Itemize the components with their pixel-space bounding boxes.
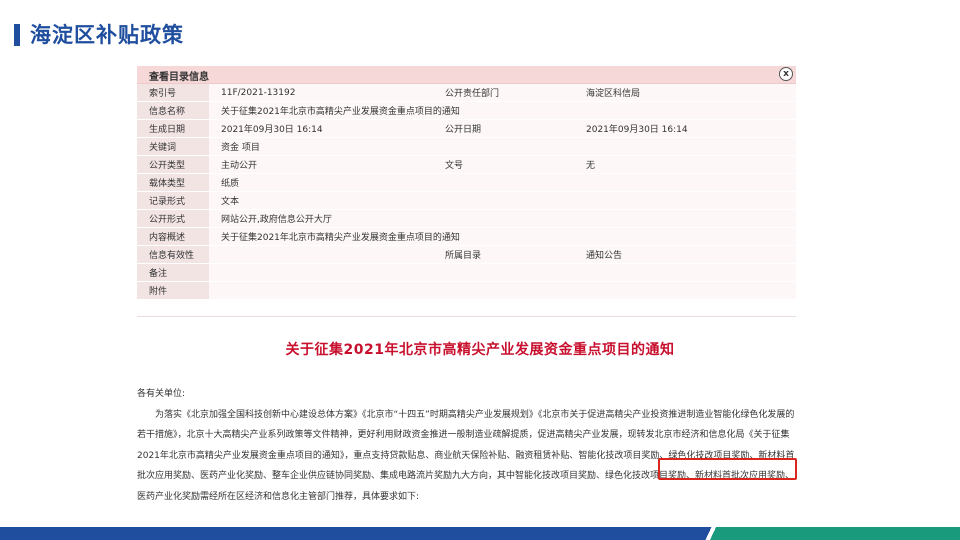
info-row: 信息有效性 所属目录 通知公告	[137, 245, 796, 264]
directory-info-panel: 查看目录信息 x 索引号 11F/2021-13192 公开责任部门 海淀区科信局 信息…	[137, 66, 796, 317]
slide-title: 海淀区补贴政策	[30, 23, 184, 47]
info-value	[209, 245, 433, 264]
document-title: 关于征集2021年北京市高精尖产业发展资金重点项目的通知	[285, 342, 675, 358]
info-row: 生成日期 2021年09月30日 16:14 公开日期 2021年09月30日 16:…	[137, 119, 796, 138]
document-salutation: 各有关单位:	[137, 389, 186, 399]
panel-header-title: 查看目录信息	[149, 72, 209, 83]
info-value: 资金 项目	[209, 137, 796, 156]
info-value: 关于征集2021年北京市高精尖产业发展资金重点项目的通知	[209, 227, 796, 246]
info-row: 公开类型 主动公开 文号无	[137, 155, 796, 174]
info-value: 关于征集2021年北京市高精尖产业发展资金重点项目的通知	[209, 101, 796, 120]
info-label: 信息名称	[137, 101, 209, 120]
highlight-box	[658, 458, 797, 480]
info-value: 通知公告	[574, 245, 796, 264]
info-label: 载体类型	[137, 173, 209, 192]
info-row: 关键词 资金 项目	[137, 137, 796, 156]
info-value: 无	[574, 155, 796, 174]
info-label: 公开类型	[137, 155, 209, 174]
info-label: 索引号	[137, 84, 209, 102]
document-paragraph: 为落实《北京加强全国科技创新中心建设总体方案》《北京市“十四五”时期高精尖产业发…	[137, 409, 795, 502]
info-value: 网站公开,政府信息公开大厅	[209, 209, 796, 228]
info-label: 记录形式	[137, 191, 209, 210]
info-label: 公开责任部门	[433, 84, 574, 102]
info-value: 11F/2021-13192	[209, 84, 433, 102]
info-row: 附件	[137, 281, 796, 300]
footer-band-green	[710, 527, 960, 540]
info-row: 内容概述 关于征集2021年北京市高精尖产业发展资金重点项目的通知	[137, 227, 796, 246]
info-label: 文号	[433, 155, 574, 174]
info-table: 索引号 11F/2021-13192 公开责任部门 海淀区科信局 信息名称 关于征集202…	[137, 84, 796, 300]
info-value: 2021年09月30日 16:14	[209, 119, 433, 138]
info-label: 内容概述	[137, 227, 209, 246]
info-value: 文本	[209, 191, 796, 210]
info-label: 公开日期	[433, 119, 574, 138]
footer-band-divider	[698, 527, 722, 540]
info-value: 主动公开	[209, 155, 433, 174]
info-row: 记录形式 文本	[137, 191, 796, 210]
info-label: 公开形式	[137, 209, 209, 228]
info-value	[209, 281, 796, 300]
info-row: 索引号 11F/2021-13192 公开责任部门 海淀区科信局	[137, 84, 796, 102]
close-icon[interactable]: x	[779, 67, 793, 81]
info-row: 信息名称 关于征集2021年北京市高精尖产业发展资金重点项目的通知	[137, 101, 796, 120]
info-label: 生成日期	[137, 119, 209, 138]
info-label: 关键词	[137, 137, 209, 156]
info-label: 备注	[137, 263, 209, 282]
title-accent-bar	[14, 24, 20, 46]
panel-header: 查看目录信息 x	[137, 66, 796, 84]
info-value: 纸质	[209, 173, 796, 192]
info-row: 载体类型 纸质	[137, 173, 796, 192]
info-row: 公开形式 网站公开,政府信息公开大厅	[137, 209, 796, 228]
info-label: 所属目录	[433, 245, 574, 264]
info-label: 附件	[137, 281, 209, 300]
info-value: 2021年09月30日 16:14	[574, 119, 796, 138]
info-label: 信息有效性	[137, 245, 209, 264]
document-body: 各有关单位: 为落实《北京加强全国科技创新中心建设总体方案》《北京市“十四五”时…	[137, 384, 802, 507]
info-value: 海淀区科信局	[574, 84, 796, 102]
info-value	[209, 263, 796, 282]
info-row: 备注	[137, 263, 796, 282]
